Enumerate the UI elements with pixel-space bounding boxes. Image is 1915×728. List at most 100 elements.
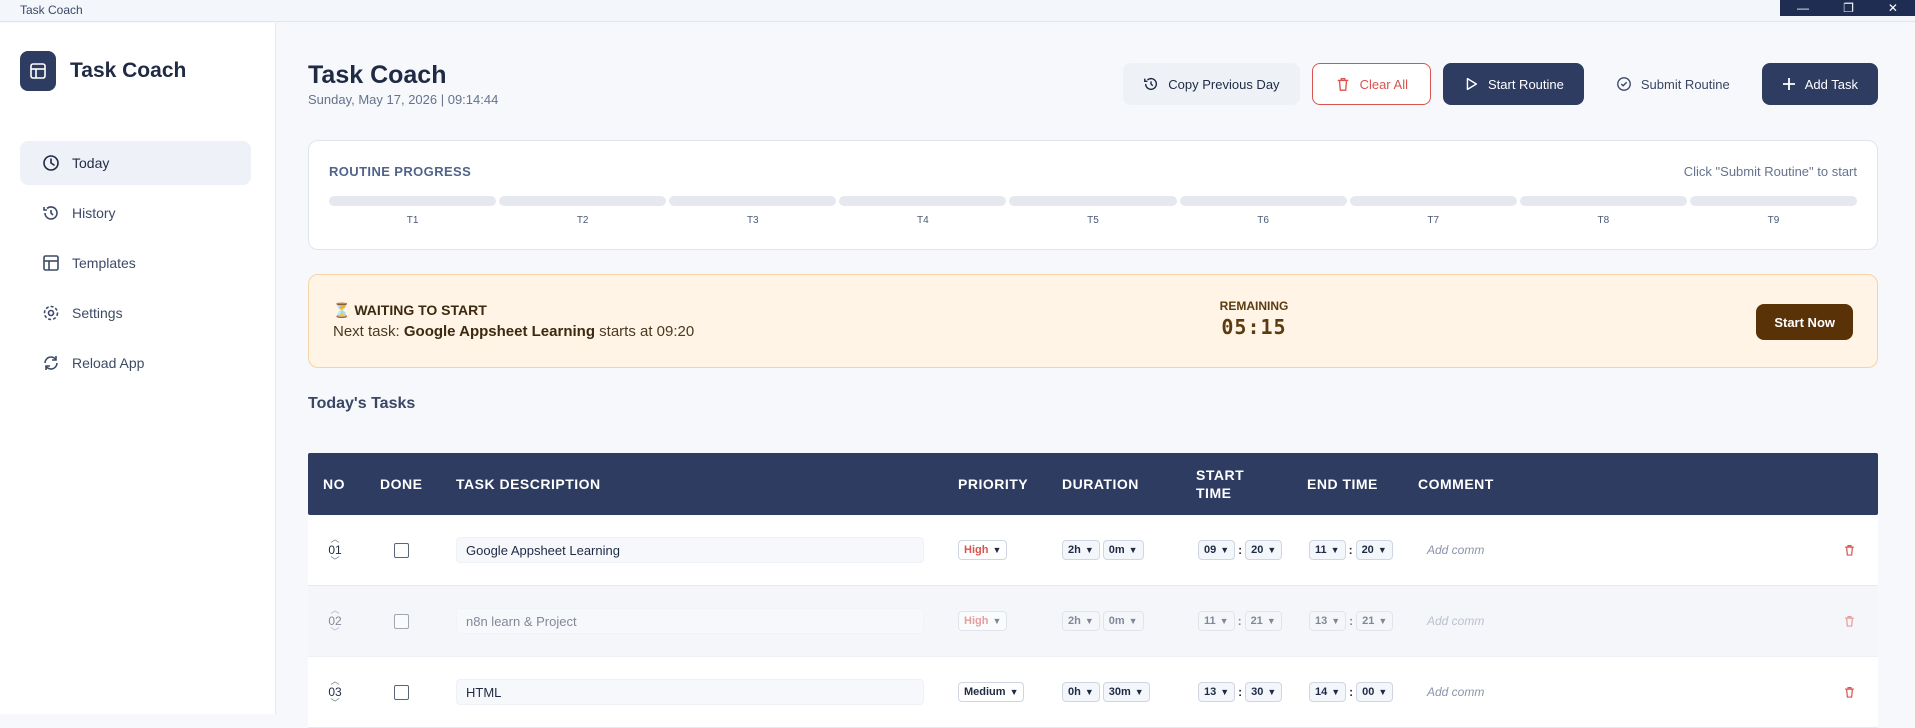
copy-previous-day-button[interactable]: Copy Previous Day xyxy=(1123,63,1300,105)
start-time-cell: 09 ▼ : 20 ▼ xyxy=(1198,515,1283,585)
column-header-comment: COMMENT xyxy=(1418,476,1494,492)
duration-hours-select[interactable]: 0h ▼ xyxy=(1062,682,1100,702)
window-titlebar: Task Coach — ❐ ✕ xyxy=(0,0,1915,22)
sidebar-item-history[interactable]: History xyxy=(20,191,251,235)
progress-segments: T1 T2 T3 T4 T5 T6 T7 T8 T9 xyxy=(329,196,1857,226)
restore-icon[interactable]: ❐ xyxy=(1843,1,1854,15)
progress-segment-bar xyxy=(1179,196,1347,206)
close-icon[interactable]: ✕ xyxy=(1888,1,1898,15)
check-circle-icon xyxy=(1616,77,1631,91)
delete-task-trash-icon[interactable] xyxy=(1843,515,1856,585)
description-cell: n8n learn & Project xyxy=(456,586,924,656)
chevron-down-icon: ▼ xyxy=(1220,545,1230,555)
chevron-down-icon: ▼ xyxy=(1220,687,1230,697)
priority-value: Medium xyxy=(964,686,1006,698)
end-minute-value: 20 xyxy=(1361,544,1374,556)
chevron-down-icon: ▼ xyxy=(1266,616,1276,626)
remaining-timer: REMAINING 05:15 xyxy=(1189,299,1319,339)
start-hour-select[interactable]: 13 ▼ xyxy=(1198,682,1236,702)
task-description-input[interactable]: HTML xyxy=(456,679,924,705)
time-separator: : xyxy=(1238,685,1243,699)
start-minute-select[interactable]: 21 ▼ xyxy=(1244,611,1282,631)
done-checkbox[interactable] xyxy=(394,684,409,700)
minimize-icon[interactable]: — xyxy=(1797,1,1809,15)
duration-hours-select[interactable]: 2h ▼ xyxy=(1062,540,1100,560)
start-now-button[interactable]: Start Now xyxy=(1756,304,1853,340)
chevron-down-icon: ▼ xyxy=(1084,616,1094,626)
priority-select[interactable]: High ▼ xyxy=(958,611,1008,631)
column-header-no: NO xyxy=(323,476,345,492)
done-checkbox[interactable] xyxy=(394,613,409,629)
progress-segment-bar xyxy=(1689,196,1857,206)
column-header-start-line1: START xyxy=(1196,467,1245,483)
duration-minutes-value: 0m xyxy=(1108,615,1125,627)
priority-value: High xyxy=(964,544,989,556)
progress-segment-label: T9 xyxy=(1767,215,1780,226)
comment-input[interactable]: Add comm xyxy=(1427,657,1484,727)
done-checkbox[interactable] xyxy=(394,542,409,558)
move-down-icon[interactable]: ﹀ xyxy=(330,698,339,709)
row-number: ︿ 03 ﹀ xyxy=(323,657,347,727)
priority-select[interactable]: High ▼ xyxy=(958,540,1008,560)
end-minute-value: 00 xyxy=(1362,686,1375,698)
start-routine-label: Start Routine xyxy=(1487,76,1564,92)
end-minute-select[interactable]: 21 ▼ xyxy=(1356,611,1394,631)
duration-minutes-select[interactable]: 0m ▼ xyxy=(1102,611,1144,631)
start-routine-button[interactable]: Start Routine xyxy=(1442,63,1584,105)
waiting-banner: ⏳ WAITING TO START Next task: Google App… xyxy=(308,274,1878,368)
comment-input[interactable]: Add comm xyxy=(1427,515,1484,585)
description-cell: Google Appsheet Learning xyxy=(456,515,924,585)
chevron-down-icon: ▼ xyxy=(1378,616,1388,626)
sidebar-item-label: Reload App xyxy=(72,355,145,371)
sidebar-item-label: Templates xyxy=(72,255,136,271)
start-minute-select[interactable]: 20 ▼ xyxy=(1245,540,1283,560)
progress-segment-label: T7 xyxy=(1427,215,1440,226)
priority-value: High xyxy=(964,615,989,627)
end-minute-select[interactable]: 00 ▼ xyxy=(1356,682,1394,702)
submit-routine-button[interactable]: Submit Routine xyxy=(1596,63,1750,105)
column-header-start-line2: TIME xyxy=(1196,485,1232,501)
time-separator: : xyxy=(1348,543,1353,557)
time-separator: : xyxy=(1238,543,1243,557)
duration-minutes-value: 30m xyxy=(1108,686,1131,698)
duration-minutes-select[interactable]: 0m ▼ xyxy=(1102,540,1144,560)
toolbar: Copy Previous Day Clear All Start Routin… xyxy=(1123,63,1878,105)
end-minute-select[interactable]: 20 ▼ xyxy=(1355,540,1393,560)
start-hour-select[interactable]: 09 ▼ xyxy=(1198,540,1236,560)
sidebar-nav: Today History Templates Settings Reload … xyxy=(20,141,251,391)
progress-segment-bar xyxy=(1519,196,1687,206)
start-hour-value: 09 xyxy=(1204,544,1217,556)
delete-task-trash-icon[interactable] xyxy=(1843,586,1856,656)
chevron-down-icon: ▼ xyxy=(992,545,1002,555)
move-down-icon[interactable]: ﹀ xyxy=(330,556,339,567)
history-icon xyxy=(1144,77,1158,90)
add-task-button[interactable]: Add Task xyxy=(1761,63,1878,105)
end-hour-select[interactable]: 14 ▼ xyxy=(1309,682,1347,702)
gear-icon xyxy=(43,305,59,321)
clear-all-button[interactable]: Clear All xyxy=(1311,63,1431,105)
delete-task-trash-icon[interactable] xyxy=(1843,657,1856,727)
duration-hours-value: 2h xyxy=(1068,544,1081,556)
priority-select[interactable]: Medium ▼ xyxy=(958,682,1025,702)
sidebar-item-settings[interactable]: Settings xyxy=(20,291,251,335)
chevron-down-icon: ▼ xyxy=(1128,616,1138,626)
start-minute-select[interactable]: 30 ▼ xyxy=(1245,682,1283,702)
chevron-down-icon: ▼ xyxy=(1378,687,1388,697)
end-hour-select[interactable]: 11 ▼ xyxy=(1309,540,1346,560)
chevron-down-icon: ▼ xyxy=(1134,687,1144,697)
end-hour-value: 11 xyxy=(1315,544,1327,556)
start-hour-select[interactable]: 11 ▼ xyxy=(1198,611,1235,631)
sidebar-item-today[interactable]: Today xyxy=(20,141,251,185)
move-down-icon[interactable]: ﹀ xyxy=(330,627,339,638)
duration-minutes-select[interactable]: 30m ▼ xyxy=(1102,682,1150,702)
chevron-down-icon: ▼ xyxy=(1330,545,1340,555)
column-header-priority: PRIORITY xyxy=(958,476,1029,492)
chevron-down-icon: ▼ xyxy=(1331,687,1341,697)
sidebar-item-reload[interactable]: Reload App xyxy=(20,341,251,385)
end-hour-select[interactable]: 13 ▼ xyxy=(1309,611,1347,631)
task-description-input[interactable]: Google Appsheet Learning xyxy=(456,537,924,563)
sidebar-item-templates[interactable]: Templates xyxy=(20,241,251,285)
task-description-input[interactable]: n8n learn & Project xyxy=(456,608,924,634)
duration-hours-select[interactable]: 2h ▼ xyxy=(1062,611,1100,631)
comment-input[interactable]: Add comm xyxy=(1427,586,1484,656)
